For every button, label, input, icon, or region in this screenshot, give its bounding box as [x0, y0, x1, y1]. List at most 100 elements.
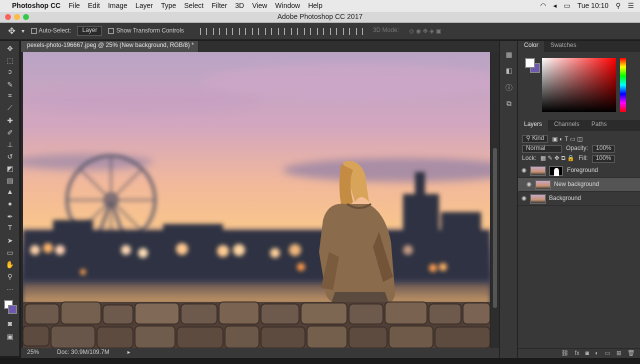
align-left-icon[interactable]: [238, 27, 246, 35]
visibility-eye-icon[interactable]: ◉: [523, 181, 535, 189]
zoom-level[interactable]: 25%: [27, 348, 39, 358]
tab-channels[interactable]: Channels: [548, 120, 585, 131]
history-brush-tool-icon[interactable]: ↺: [4, 152, 16, 161]
hand-tool-icon[interactable]: ✋: [4, 260, 16, 269]
navigator-panel-icon[interactable]: ⧉: [504, 101, 514, 110]
layer-mask-thumbnail[interactable]: [549, 165, 563, 176]
menu-type[interactable]: Type: [161, 3, 176, 10]
distribute-left-icon[interactable]: [316, 27, 324, 35]
auto-select-checkbox[interactable]: Auto-Select:: [30, 27, 71, 34]
minimize-window-button[interactable]: [14, 14, 20, 20]
eraser-tool-icon[interactable]: ◩: [4, 164, 16, 173]
menu-window[interactable]: Window: [275, 3, 300, 10]
align-vcenter-icon[interactable]: [212, 27, 220, 35]
tool-preset-picker[interactable]: ▾: [22, 28, 25, 35]
menu-image[interactable]: Image: [108, 3, 127, 10]
crop-tool-icon[interactable]: ⌗: [4, 92, 16, 101]
new-group-icon[interactable]: ▭: [605, 350, 611, 357]
dodge-tool-icon[interactable]: ●: [4, 200, 16, 209]
document-tab[interactable]: pexels-photo-196667.jpeg @ 25% (New back…: [21, 41, 199, 52]
auto-select-dropdown[interactable]: Layer: [77, 26, 103, 36]
tab-paths[interactable]: Paths: [585, 120, 612, 131]
wifi-icon[interactable]: ◠: [540, 2, 546, 10]
healing-brush-tool-icon[interactable]: ✚: [4, 116, 16, 125]
auto-align-icon[interactable]: [355, 27, 363, 35]
more-tools-icon[interactable]: …: [4, 284, 16, 293]
properties-panel-icon[interactable]: ◧: [504, 67, 514, 76]
distribute-hcenter-icon[interactable]: [329, 27, 337, 35]
new-layer-icon[interactable]: ⊞: [616, 350, 621, 357]
layer-row-selected[interactable]: ◉ New background: [518, 178, 640, 192]
quick-mask-icon[interactable]: ◙: [4, 320, 16, 329]
color-field[interactable]: [542, 58, 616, 112]
menu-layer[interactable]: Layer: [135, 3, 153, 10]
status-menu-icon[interactable]: ▸: [127, 348, 130, 358]
menu-file[interactable]: File: [69, 3, 80, 10]
align-hcenter-icon[interactable]: [251, 27, 259, 35]
document-size[interactable]: Doc: 30.9M/109.7M: [57, 348, 109, 358]
menu-filter[interactable]: Filter: [212, 3, 228, 10]
tab-color[interactable]: Color: [518, 41, 545, 52]
add-mask-icon[interactable]: ◙: [585, 351, 589, 357]
tab-layers[interactable]: Layers: [518, 120, 549, 131]
opacity-input[interactable]: 100%: [592, 145, 616, 153]
hue-slider[interactable]: [620, 58, 626, 112]
layer-style-icon[interactable]: fx: [575, 351, 580, 357]
zoom-window-button[interactable]: [23, 14, 29, 20]
visibility-eye-icon[interactable]: ◉: [518, 195, 530, 202]
lasso-tool-icon[interactable]: ↄ: [4, 68, 16, 77]
color-panel-foreground-swatch[interactable]: [525, 58, 535, 68]
align-bottom-icon[interactable]: [225, 27, 233, 35]
volume-icon[interactable]: ◂: [553, 2, 557, 10]
align-top-icon[interactable]: [199, 27, 207, 35]
link-layers-icon[interactable]: ⛓: [561, 350, 569, 357]
visibility-eye-icon[interactable]: ◉: [518, 167, 530, 174]
document-canvas[interactable]: [23, 52, 490, 348]
move-tool-icon[interactable]: ✥: [8, 26, 16, 37]
close-window-button[interactable]: [5, 14, 11, 20]
menu-edit[interactable]: Edit: [88, 3, 100, 10]
distribute-bottom-icon[interactable]: [303, 27, 311, 35]
screen-mode-icon[interactable]: ▣: [4, 332, 16, 341]
zoom-tool-icon[interactable]: ⚲: [4, 272, 16, 281]
marquee-tool-icon[interactable]: ⬚: [4, 56, 16, 65]
clone-stamp-tool-icon[interactable]: ⊥: [4, 140, 16, 149]
3d-orbit-icon[interactable]: ◎ ◉ ✥ ◈ ▣: [409, 28, 441, 35]
search-icon[interactable]: ⚲: [616, 2, 621, 10]
filter-icons[interactable]: ▣ ◐ T ▭ ◫: [552, 136, 583, 143]
distribute-top-icon[interactable]: [277, 27, 285, 35]
trash-icon[interactable]: 🗑: [627, 350, 635, 357]
clock[interactable]: Tue 10:10: [577, 3, 608, 10]
background-color-swatch[interactable]: [8, 305, 17, 314]
distribute-right-icon[interactable]: [342, 27, 350, 35]
layer-row[interactable]: ◉ Background: [518, 192, 640, 206]
layer-filter-dropdown[interactable]: ⚲ Kind: [522, 135, 549, 143]
adjustment-layer-icon[interactable]: ◐: [595, 351, 599, 357]
list-icon[interactable]: ☰: [628, 2, 634, 10]
info-panel-icon[interactable]: ⓘ: [504, 83, 514, 92]
pen-tool-icon[interactable]: ✒: [4, 212, 16, 221]
blur-tool-icon[interactable]: ▲: [4, 188, 16, 197]
align-right-icon[interactable]: [264, 27, 272, 35]
distribute-vcenter-icon[interactable]: [290, 27, 298, 35]
app-menu[interactable]: Photoshop CC: [12, 3, 61, 10]
gradient-tool-icon[interactable]: ▤: [4, 176, 16, 185]
canvas-vertical-scrollbar[interactable]: [491, 52, 499, 348]
type-tool-icon[interactable]: T: [4, 224, 16, 233]
brush-tool-icon[interactable]: ✐: [4, 128, 16, 137]
quick-select-tool-icon[interactable]: ✎: [4, 80, 16, 89]
transform-controls-checkbox[interactable]: Show Transform Controls: [108, 27, 184, 34]
menu-3d[interactable]: 3D: [235, 3, 244, 10]
history-panel-icon[interactable]: ▦: [504, 51, 514, 60]
lock-icons[interactable]: ▦ ✎ ✥ ⧉ 🔒: [540, 155, 574, 163]
menu-help[interactable]: Help: [308, 3, 322, 10]
fill-input[interactable]: 100%: [591, 155, 616, 163]
menu-select[interactable]: Select: [184, 3, 203, 10]
tab-swatches[interactable]: Swatches: [544, 41, 582, 52]
scroll-thumb[interactable]: [493, 148, 497, 308]
path-selection-tool-icon[interactable]: ➤: [4, 236, 16, 245]
eyedropper-tool-icon[interactable]: ⟋: [4, 104, 16, 113]
layer-row[interactable]: ◉ Foreground: [518, 164, 640, 178]
rectangle-tool-icon[interactable]: ▭: [4, 248, 16, 257]
battery-icon[interactable]: ▭: [564, 2, 571, 10]
